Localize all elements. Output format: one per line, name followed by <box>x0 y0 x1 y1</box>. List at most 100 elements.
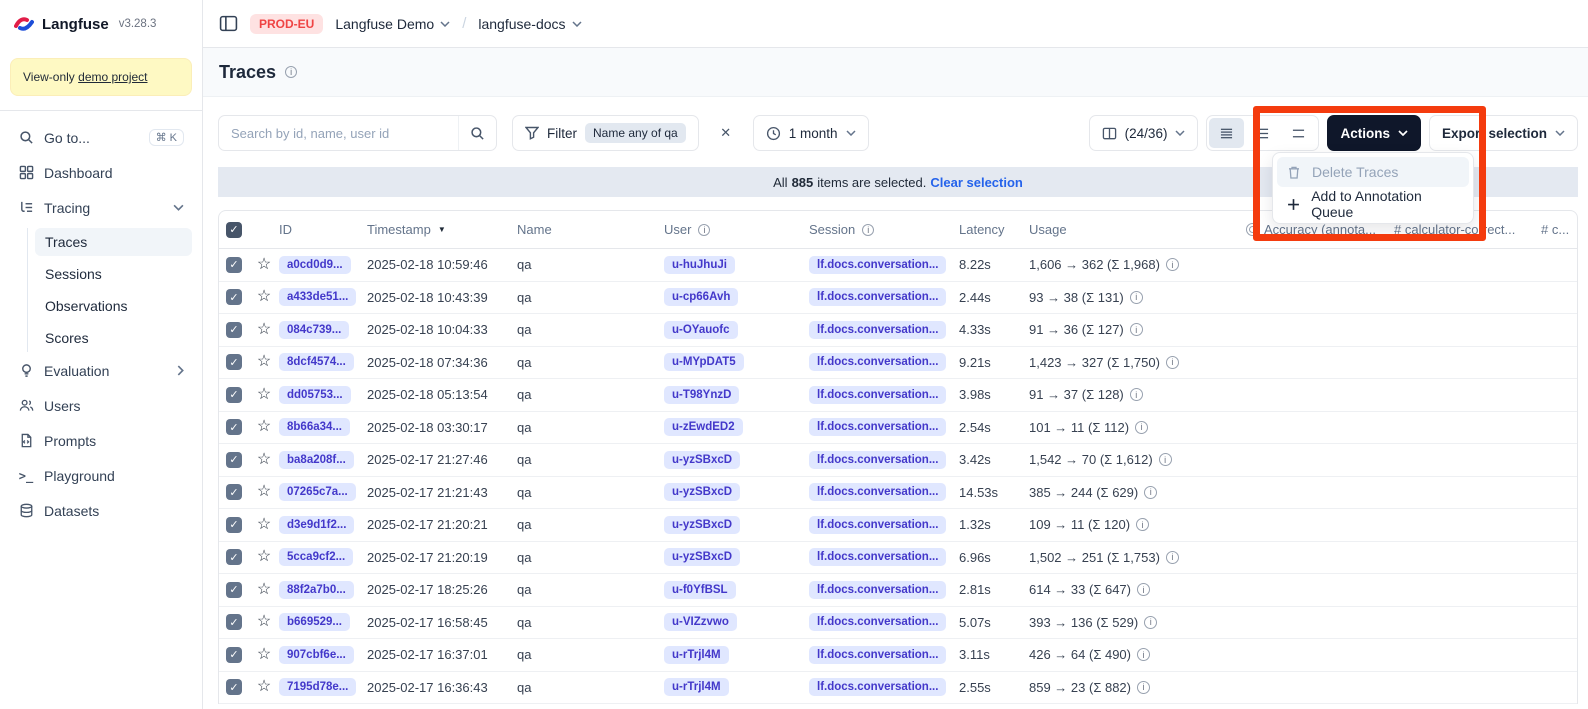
table-row[interactable]: ✓☆d3e9d1f2...2025-02-17 21:20:21qau-yzSB… <box>219 509 1577 542</box>
sidebar-item-evaluation[interactable]: Evaluation <box>10 356 192 385</box>
sidebar-item-prompts[interactable]: Prompts <box>10 426 192 455</box>
row-checkbox[interactable]: ✓ <box>226 289 242 305</box>
row-checkbox[interactable]: ✓ <box>226 679 242 695</box>
trace-id-badge[interactable]: 907cbf6e... <box>279 646 354 664</box>
trace-id-badge[interactable]: 88f2a7b0... <box>279 581 354 599</box>
table-row[interactable]: ✓☆5cca9cf2...2025-02-17 21:20:19qau-yzSB… <box>219 542 1577 575</box>
search-input[interactable] <box>219 126 458 141</box>
session-badge[interactable]: lf.docs.conversation... <box>809 321 946 339</box>
session-badge[interactable]: lf.docs.conversation... <box>809 256 946 274</box>
column-header-extra[interactable]: # c... <box>1541 222 1578 237</box>
session-badge[interactable]: lf.docs.conversation... <box>809 288 946 306</box>
trace-id-badge[interactable]: 07265c7a... <box>279 483 356 501</box>
user-badge[interactable]: u-VIZzvwo <box>664 613 737 631</box>
search-icon[interactable] <box>458 116 496 150</box>
session-badge[interactable]: lf.docs.conversation... <box>809 516 946 534</box>
sidebar-item-goto[interactable]: Go to... ⌘ K <box>10 123 192 152</box>
info-icon[interactable]: i <box>1166 551 1179 564</box>
sidebar-item-dashboard[interactable]: Dashboard <box>10 158 192 187</box>
column-header-accuracy[interactable]: Accuracy (annota... <box>1246 222 1394 237</box>
actions-button[interactable]: Actions <box>1327 115 1421 151</box>
info-icon[interactable]: i <box>1166 258 1179 271</box>
info-icon[interactable]: i <box>1144 616 1157 629</box>
info-icon[interactable]: i <box>1166 356 1179 369</box>
table-row[interactable]: ✓☆084c739...2025-02-18 10:04:33qau-OYauo… <box>219 314 1577 347</box>
column-header-usage[interactable]: Usage <box>1029 222 1246 237</box>
session-badge[interactable]: lf.docs.conversation... <box>809 646 946 664</box>
user-badge[interactable]: u-MYpDAT5 <box>664 353 744 371</box>
sidebar-item-datasets[interactable]: Datasets <box>10 496 192 525</box>
user-badge[interactable]: u-f0YfBSL <box>664 581 736 599</box>
column-header-id[interactable]: ID <box>279 222 367 237</box>
row-checkbox[interactable]: ✓ <box>226 419 242 435</box>
session-badge[interactable]: lf.docs.conversation... <box>809 548 946 566</box>
session-badge[interactable]: lf.docs.conversation... <box>809 386 946 404</box>
trace-id-badge[interactable]: ba8a208f... <box>279 451 354 469</box>
user-badge[interactable]: u-huJhuJi <box>664 256 735 274</box>
table-row[interactable]: ✓☆07265c7a...2025-02-17 21:21:43qau-yzSB… <box>219 477 1577 510</box>
table-row[interactable]: ✓☆dd05753...2025-02-18 05:13:54qau-T98Yn… <box>219 379 1577 412</box>
session-badge[interactable]: lf.docs.conversation... <box>809 353 946 371</box>
export-selection-button[interactable]: Export selection <box>1429 115 1578 151</box>
time-range-button[interactable]: 1 month <box>753 115 869 151</box>
session-badge[interactable]: lf.docs.conversation... <box>809 451 946 469</box>
trace-id-badge[interactable]: 7195d78e... <box>279 678 356 696</box>
sidebar-item-users[interactable]: Users <box>10 391 192 420</box>
project-selector[interactable]: langfuse-docs <box>478 16 581 32</box>
user-badge[interactable]: u-rTrjl4M <box>664 646 729 664</box>
user-badge[interactable]: u-yzSBxcD <box>664 516 740 534</box>
sidebar-toggle-icon[interactable] <box>219 14 238 33</box>
table-row[interactable]: ✓☆a433de51...2025-02-18 10:43:39qau-cp66… <box>219 282 1577 315</box>
trace-id-badge[interactable]: a0cd0d9... <box>279 256 351 274</box>
star-icon[interactable]: ☆ <box>257 517 271 533</box>
column-header-name[interactable]: Name <box>517 222 664 237</box>
info-icon[interactable]: i <box>285 66 297 78</box>
info-icon[interactable]: i <box>1137 583 1150 596</box>
clear-selection-link[interactable]: Clear selection <box>930 175 1023 190</box>
star-icon[interactable]: ☆ <box>257 549 271 565</box>
info-icon[interactable]: i <box>862 224 874 236</box>
trace-id-badge[interactable]: dd05753... <box>279 386 351 404</box>
sidebar-item-playground[interactable]: >_ Playground <box>10 461 192 490</box>
info-icon[interactable]: i <box>1137 681 1150 694</box>
row-checkbox[interactable]: ✓ <box>226 517 242 533</box>
user-badge[interactable]: u-zEwdED2 <box>664 418 743 436</box>
trace-id-badge[interactable]: a433de51... <box>279 288 356 306</box>
star-icon[interactable]: ☆ <box>257 419 271 435</box>
info-icon[interactable]: i <box>1137 648 1150 661</box>
star-icon[interactable]: ☆ <box>257 582 271 598</box>
star-icon[interactable]: ☆ <box>257 614 271 630</box>
row-checkbox[interactable]: ✓ <box>226 647 242 663</box>
row-checkbox[interactable]: ✓ <box>226 354 242 370</box>
user-badge[interactable]: u-yzSBxcD <box>664 548 740 566</box>
info-icon[interactable]: i <box>1130 388 1143 401</box>
star-icon[interactable]: ☆ <box>257 289 271 305</box>
session-badge[interactable]: lf.docs.conversation... <box>809 418 946 436</box>
row-checkbox[interactable]: ✓ <box>226 582 242 598</box>
menu-item-add-to-annotation-queue[interactable]: Add to Annotation Queue <box>1277 189 1469 219</box>
info-icon[interactable]: i <box>1135 421 1148 434</box>
row-checkbox[interactable]: ✓ <box>226 549 242 565</box>
session-badge[interactable]: lf.docs.conversation... <box>809 581 946 599</box>
row-checkbox[interactable]: ✓ <box>226 257 242 273</box>
user-badge[interactable]: u-rTrjl4M <box>664 678 729 696</box>
trace-id-badge[interactable]: 5cca9cf2... <box>279 548 353 566</box>
sidebar-item-tracing[interactable]: Tracing <box>10 193 192 222</box>
row-checkbox[interactable]: ✓ <box>226 484 242 500</box>
star-icon[interactable]: ☆ <box>257 354 271 370</box>
session-badge[interactable]: lf.docs.conversation... <box>809 678 946 696</box>
column-header-calculator-correct[interactable]: # calculator-correct... <box>1394 222 1541 237</box>
column-header-user[interactable]: Useri <box>664 222 809 237</box>
table-row[interactable]: ✓☆8dcf4574...2025-02-18 07:34:36qau-MYpD… <box>219 347 1577 380</box>
row-checkbox[interactable]: ✓ <box>226 387 242 403</box>
info-icon[interactable]: i <box>698 224 710 236</box>
row-height-large-button[interactable] <box>1281 118 1316 148</box>
trace-id-badge[interactable]: 8b66a34... <box>279 418 350 436</box>
star-icon[interactable]: ☆ <box>257 679 271 695</box>
table-row[interactable]: ✓☆88f2a7b0...2025-02-17 18:25:26qau-f0Yf… <box>219 574 1577 607</box>
info-icon[interactable]: i <box>1130 291 1143 304</box>
sidebar-item-sessions[interactable]: Sessions <box>35 260 192 288</box>
star-icon[interactable]: ☆ <box>257 257 271 273</box>
info-icon[interactable]: i <box>1144 486 1157 499</box>
sidebar-item-traces[interactable]: Traces <box>35 228 192 256</box>
